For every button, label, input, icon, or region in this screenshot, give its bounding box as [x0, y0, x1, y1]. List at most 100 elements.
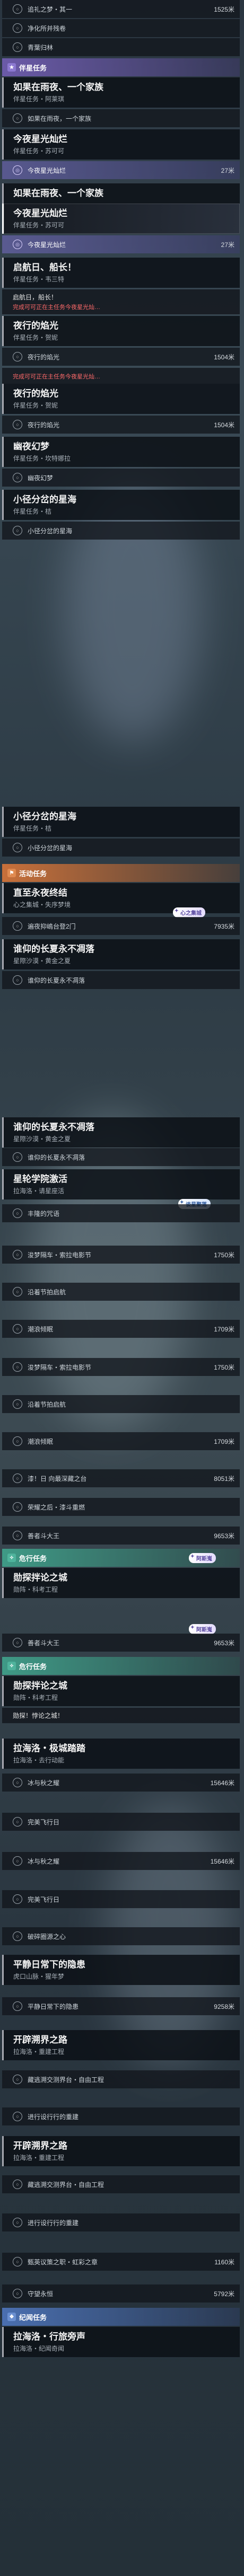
quest-card[interactable]: 勋探拌论之城 勋阵・科考工程 [2, 1568, 240, 1598]
quest-objective-tracked[interactable]: ◎ 今夜星光灿烂 27米 [2, 161, 240, 179]
quest-objective-tracked[interactable]: ◎ 今夜星光灿烂 27米 [2, 235, 240, 253]
quest-dot-icon: ○ [13, 2001, 22, 2011]
quest-dot-icon: ○ [13, 2257, 22, 2266]
quest-dot-icon: ○ [13, 1362, 22, 1372]
quest-objective[interactable]: ○ 完美飞行日 [2, 1890, 240, 1908]
quest-dot-icon: ○ [13, 1250, 22, 1259]
quest-dot-icon: ○ [13, 4, 22, 14]
quest-objective[interactable]: ○ 藏逃溯交测界台・自由工程 [2, 2175, 240, 2193]
quest-dot-icon: ○ [13, 1399, 22, 1409]
quest-objective[interactable]: ○ 谁仰的长夏永不凋落 [2, 971, 240, 989]
quest-objective[interactable]: ○ 漆！日 向最深藏之台 8051米 [2, 1469, 240, 1487]
quest-objective[interactable]: ○ 丰隆的咒语 [2, 1204, 240, 1222]
section-header-chronicle[interactable]: ❖ 纪闻任务 [2, 2308, 240, 2326]
book-icon: ❖ [7, 2313, 16, 2321]
quest-dot-icon: ○ [13, 526, 22, 535]
quest-dot-icon: ○ [13, 921, 22, 931]
quest-dot-icon: ○ [13, 1931, 22, 1941]
quest-objective[interactable]: ○ 小径分岔的星海 [2, 522, 240, 540]
quest-objective[interactable]: ○ 守望永恒 5792米 [2, 2284, 240, 2302]
quest-card[interactable]: 如果在雨夜、一个家族 伴星任务・阿莱琪 [2, 77, 240, 108]
quest-card[interactable]: 小径分岔的星海 伴星任务・桔 [2, 807, 240, 837]
region-tag: 心之集城 [173, 907, 205, 918]
section-header-adventure-2[interactable]: ✧ 危行任务 [2, 1657, 240, 1675]
flag-icon: ⚑ [7, 869, 16, 877]
quest-objective[interactable]: ○ 小径分岔的星海 [2, 839, 240, 857]
quest-objective[interactable]: ○ 冰与秋之耀 15646米 [2, 1852, 240, 1870]
list-item[interactable]: ○ 追礼之梦・其一 1525米 [2, 0, 240, 18]
region-tag: 阿斯嵬 [189, 1553, 216, 1563]
quest-dot-icon: ○ [13, 2112, 22, 2121]
quest-objective[interactable]: ○ 夜行的焰光 1504米 [2, 348, 240, 366]
quest-objective[interactable]: ○ 浚梦隔车・索拉电影节 1750米 [2, 1358, 240, 1376]
quest-dot-icon: ○ [13, 42, 22, 52]
quest-objective[interactable]: ○ 破碎圈源之心 [2, 1927, 240, 1945]
list-item[interactable]: ○ 青葉归林 [2, 38, 240, 56]
quest-objective[interactable]: ○ 善者斗大王 9653米 [2, 1527, 240, 1545]
quest-dot-icon: ○ [13, 1436, 22, 1446]
quest-objective[interactable]: ○ 平静日常下的隐患 9258米 [2, 1997, 240, 2015]
quest-dot-icon: ○ [13, 843, 22, 852]
quest-objective[interactable]: ○ 进行设行行的重建 [2, 2107, 240, 2125]
quest-card[interactable]: 启航日、船长！ 伴星任务・韦三特 [2, 258, 240, 288]
quest-objective[interactable]: ○ 遍夜抑嶋台登2门 7935米 [2, 917, 240, 935]
quest-objective[interactable]: ○ 谁仰的长夏永不凋落 [2, 1148, 240, 1166]
quest-dot-icon: ○ [13, 975, 22, 985]
quest-card[interactable]: 拉海洛・极城踏踏 拉海洛・去行动能 [2, 1739, 240, 1769]
quest-dot-icon: ○ [13, 1894, 22, 1904]
quest-objective[interactable]: ○ 浚梦隔车・索拉电影节 1750米 [2, 1246, 240, 1264]
quest-objective[interactable]: ○ 潮浪倾眠 1709米 [2, 1320, 240, 1338]
quest-objective[interactable]: ○ 完美飞行日 [2, 1813, 240, 1831]
quest-dot-icon: ○ [13, 113, 22, 123]
tracking-icon: ◎ [13, 165, 22, 175]
quest-card[interactable]: 夜行的焰光 伴星任务・贺妮 [2, 384, 240, 414]
compass-icon: ✧ [7, 1662, 16, 1670]
section-header-activity[interactable]: ⚑ 活动任务 [2, 864, 240, 882]
quest-objective[interactable]: ○ 善者斗大王 9653米 [2, 1634, 240, 1652]
quest-card-selected[interactable]: 今夜星光灿烂 伴星任务・苏可可 [2, 204, 240, 234]
quest-card[interactable]: 如果在雨夜、一个家族 [2, 183, 240, 204]
quest-card[interactable]: 勋探拌论之城 勋阵・科考工程 [2, 1676, 240, 1706]
quest-objective[interactable]: ○ 冰与秋之耀 15646米 [2, 1774, 240, 1792]
quest-card[interactable]: 开辟溯界之路 拉海洛・重建工程 [2, 2136, 240, 2166]
quest-dot-icon: ○ [13, 1324, 22, 1334]
quest-card[interactable]: 夜行的焰光 伴星任务・贺妮 [2, 316, 240, 346]
section-header-companion[interactable]: ★ 伴星任务 [2, 58, 240, 76]
quest-card[interactable]: 谁仰的长夏永不凋落 星際沙漠・黄金之夏 [2, 939, 240, 969]
quest-dot-icon: ○ [13, 1502, 22, 1512]
quest-dot-icon: ○ [13, 2180, 22, 2189]
quest-dot-icon: ○ [13, 473, 22, 482]
quest-objective[interactable]: ○ 沿着节拍启航 [2, 1283, 240, 1301]
quest-objective[interactable]: ○ 如果在雨夜，一个家族 [2, 109, 240, 127]
region-tag: 阿斯嵬 [189, 1624, 216, 1634]
quest-dot-icon: ○ [13, 1531, 22, 1540]
quest-dot-icon: ○ [13, 23, 22, 33]
list-item[interactable]: ○ 净化所并残卷 [2, 19, 240, 37]
quest-dot-icon: ○ [13, 352, 22, 361]
quest-objective[interactable]: ○ 沿着节拍启航 [2, 1395, 240, 1413]
quest-locked-notice: 启航日，船长！ 完成可可正在主任务今夜星光灿… [2, 289, 240, 314]
quest-objective[interactable]: ○ 甄英议策之职・虹彩之章 1160米 [2, 2253, 240, 2271]
tracking-icon: ◎ [13, 240, 22, 249]
quest-dot-icon: ○ [13, 1778, 22, 1787]
quest-dot-icon: ○ [13, 2218, 22, 2227]
quest-locked-notice: 完成可可正在主任务今夜星光灿… [2, 368, 240, 384]
quest-dot-icon: ○ [13, 1856, 22, 1866]
quest-card[interactable]: 谁仰的长夏永不凋落 星際沙漠・黄金之夏 [2, 1117, 240, 1148]
compass-icon: ✧ [7, 1554, 16, 1562]
quest-objective[interactable]: ○ 潮浪倾眠 1709米 [2, 1432, 240, 1450]
quest-card[interactable]: 拉海洛・行旅旁声 拉海洛・纪闻奇闻 [2, 2327, 240, 2357]
quest-card[interactable]: 小径分岔的星海 伴星任务・桔 [2, 490, 240, 520]
quest-objective[interactable]: ○ 藏逃溯交测界台・自由工程 [2, 2070, 240, 2088]
quest-objective[interactable]: ○ 进行设行行的重建 [2, 2213, 240, 2231]
quest-objective[interactable]: ○ 夜行的焰光 1504米 [2, 416, 240, 434]
quest-card[interactable]: 开辟溯界之路 拉海洛・重建工程 [2, 2030, 240, 2060]
quest-card[interactable]: 平静日常下的隐患 虎口山脉・猩年梦 [2, 1955, 240, 1985]
quest-objective[interactable]: ○ 幽夜幻梦 [2, 469, 240, 487]
quest-card[interactable]: 今夜星光灿烂 伴星任务・苏可可 [2, 129, 240, 160]
quest-dot-icon: ○ [13, 1817, 22, 1827]
quest-card[interactable]: 幽夜幻梦 伴星任务・坎特娜拉 [2, 437, 240, 467]
quest-dot-icon: ○ [13, 1152, 22, 1162]
quest-objective[interactable]: ○ 荣耀之后・漆斗重燃 [2, 1498, 240, 1516]
quest-card[interactable]: 星轮学院激活 拉海洛・请星座活 [2, 1169, 240, 1199]
